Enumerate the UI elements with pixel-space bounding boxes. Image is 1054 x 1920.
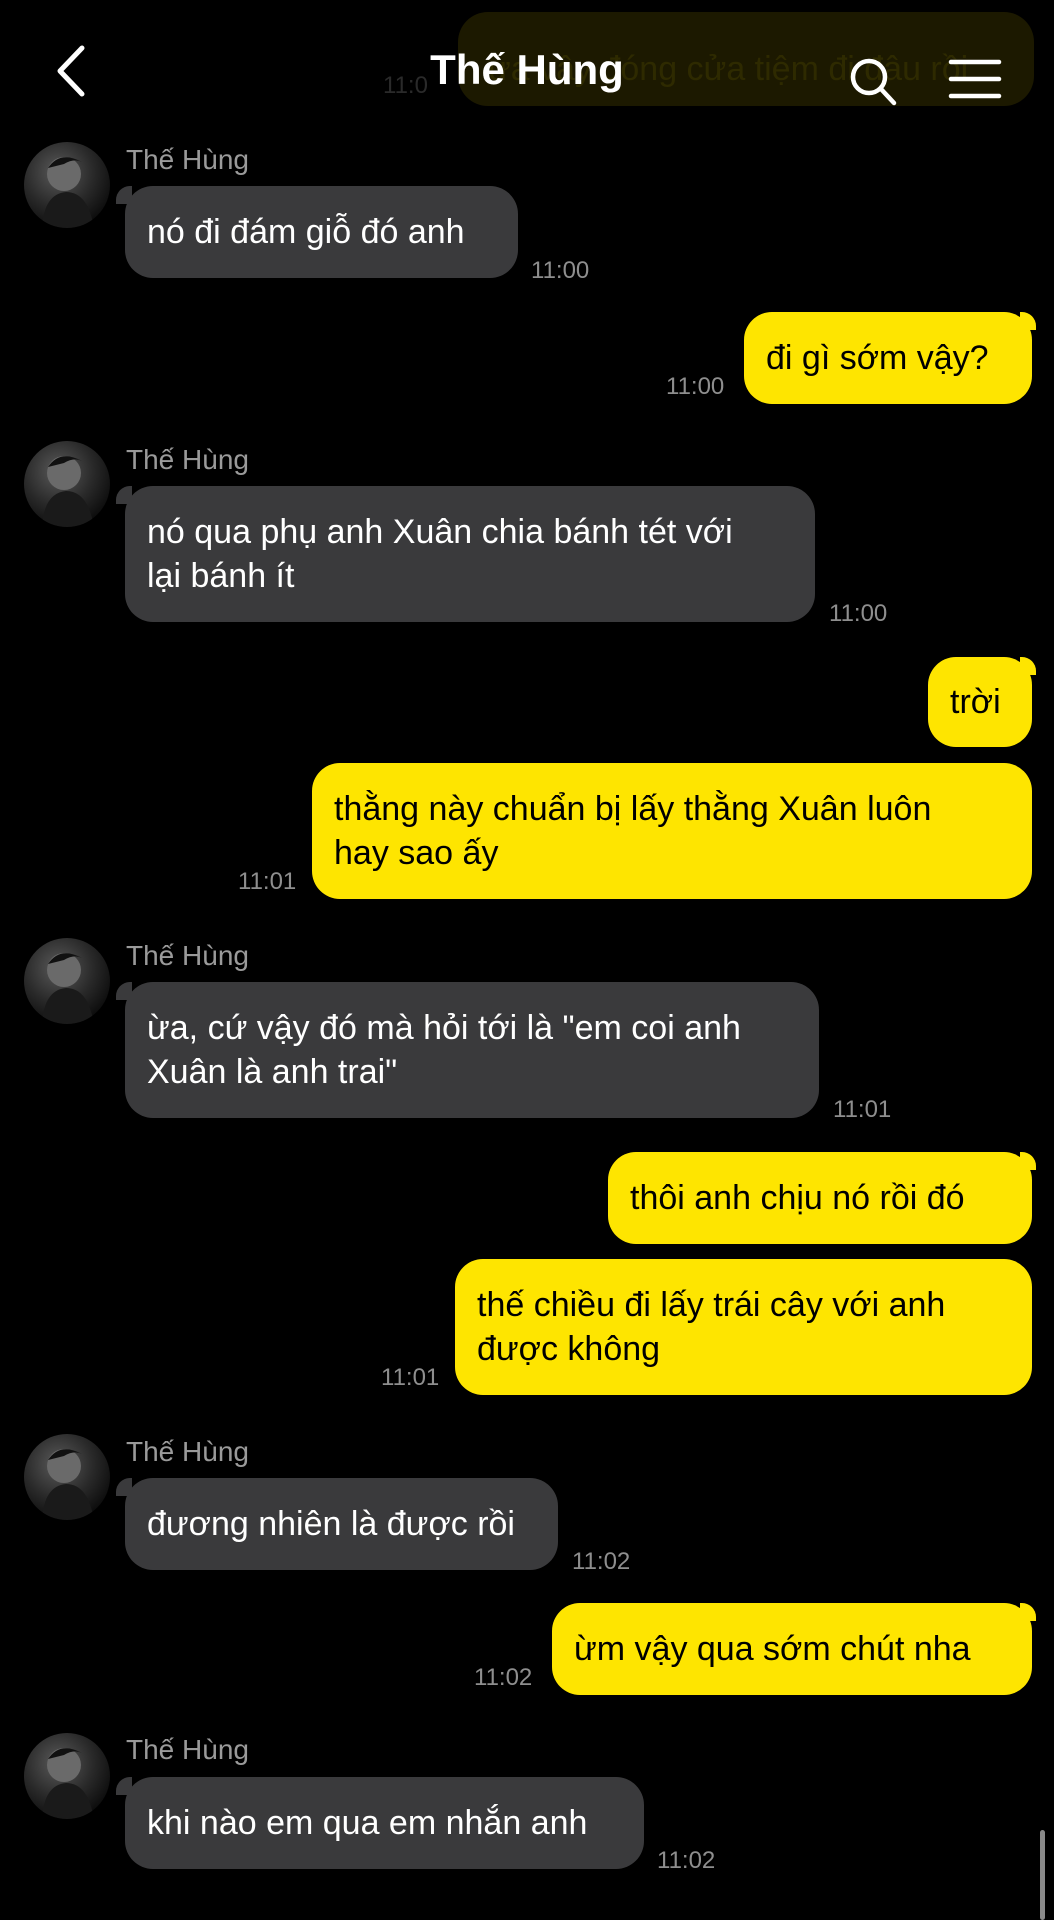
sender-name: Thế Hùng xyxy=(126,940,249,971)
message-text: khi nào em qua em nhắn anh xyxy=(147,1804,588,1842)
avatar[interactable] xyxy=(24,1733,110,1819)
message-text-line: ừa, cứ vậy đó mà hỏi tới là "em coi anh xyxy=(147,1009,741,1047)
message-text: ừm vậy qua sớm chút nha xyxy=(574,1630,971,1668)
message-text: đi gì sớm vậy? xyxy=(766,339,989,377)
outgoing-message-bubble[interactable]: đi gì sớm vậy? xyxy=(744,312,1032,404)
message-text: nó đi đám giỗ đó anh xyxy=(147,213,465,251)
incoming-message-bubble[interactable]: nó qua phụ anh Xuân chia bánh tét với lạ… xyxy=(125,486,815,622)
incoming-message-bubble[interactable]: khi nào em qua em nhắn anh xyxy=(125,1777,644,1869)
outgoing-message-bubble[interactable]: thế chiều đi lấy trái cây với anh được k… xyxy=(455,1259,1032,1395)
message-time: 11:02 xyxy=(474,1664,533,1691)
scrollbar[interactable] xyxy=(1040,1830,1045,1920)
message-text-line: thế chiều đi lấy trái cây với anh xyxy=(477,1286,946,1324)
incoming-message-bubble[interactable]: nó đi đám giỗ đó anh xyxy=(125,186,518,278)
sender-name: Thế Hùng xyxy=(126,1734,249,1765)
sender-name: Thế Hùng xyxy=(126,1436,249,1467)
avatar[interactable] xyxy=(24,441,110,527)
message-time: 11:02 xyxy=(657,1847,716,1874)
outgoing-message-bubble[interactable]: ừm vậy qua sớm chút nha xyxy=(552,1603,1032,1695)
menu-button[interactable] xyxy=(948,58,1002,100)
message-text-line: hay sao ấy xyxy=(334,834,499,872)
chat-header: Thế Hùng xyxy=(0,0,1054,140)
outgoing-message-bubble[interactable]: thôi anh chịu nó rồi đó xyxy=(608,1152,1032,1244)
search-button[interactable] xyxy=(848,56,898,108)
message-time: 11:00 xyxy=(531,257,590,284)
sender-name: Thế Hùng xyxy=(126,444,249,475)
message-time: 11:02 xyxy=(572,1548,631,1575)
message-time: 11:00 xyxy=(829,600,888,627)
message-text-line: nó qua phụ anh Xuân chia bánh tét với xyxy=(147,513,733,551)
message-text: thôi anh chịu nó rồi đó xyxy=(630,1179,965,1217)
message-text: trời xyxy=(950,683,1001,721)
message-time: 11:00 xyxy=(666,373,725,400)
chat-screen: ừa vậy đóng cửa tiệm đi đâu rồi 11:0 Thế… xyxy=(0,0,1054,1920)
avatar[interactable] xyxy=(24,938,110,1024)
message-time: 11:01 xyxy=(833,1096,892,1123)
sender-name: Thế Hùng xyxy=(126,144,249,175)
message-text-line: lại bánh ít xyxy=(147,557,295,595)
avatar[interactable] xyxy=(24,142,110,228)
message-text: đương nhiên là được rồi xyxy=(147,1505,515,1543)
search-icon xyxy=(850,58,897,106)
outgoing-message-bubble[interactable]: trời xyxy=(928,657,1032,747)
outgoing-message-bubble[interactable]: thằng này chuẩn bị lấy thằng Xuân luôn h… xyxy=(312,763,1032,899)
avatar[interactable] xyxy=(24,1434,110,1520)
message-text-line: Xuân là anh trai" xyxy=(147,1053,398,1091)
message-time: 11:01 xyxy=(238,868,297,895)
incoming-message-bubble[interactable]: đương nhiên là được rồi xyxy=(125,1478,558,1570)
message-text-line: thằng này chuẩn bị lấy thằng Xuân luôn xyxy=(334,790,932,828)
hamburger-menu-icon xyxy=(948,59,1002,99)
incoming-message-bubble[interactable]: ừa, cứ vậy đó mà hỏi tới là "em coi anh … xyxy=(125,982,819,1118)
message-text-line: được không xyxy=(477,1330,661,1368)
message-time: 11:01 xyxy=(381,1364,440,1391)
